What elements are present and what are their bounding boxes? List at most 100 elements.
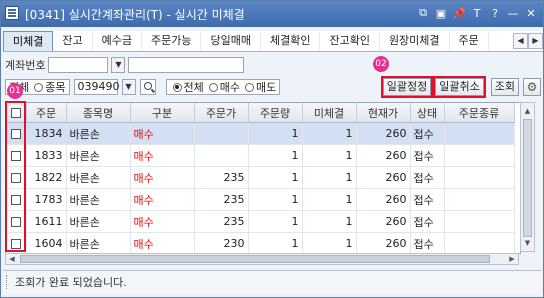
table-row[interactable]: 1834 바른손 매수 1 1 260 접수: [6, 122, 515, 145]
status-cell: 접수: [410, 210, 445, 233]
select-all-header[interactable]: [6, 103, 27, 123]
filter-row: 전체 종목 039490 ▼ 전체 매수 매도 일괄정정 일괄취소 조회 ⚙: [5, 76, 541, 98]
scope-item-radio[interactable]: [34, 82, 44, 92]
status-cell: 접수: [410, 232, 445, 253]
unfilled-cell: 1: [302, 144, 357, 167]
close-icon[interactable]: ✕: [523, 5, 539, 21]
unfilled-cell: 1: [302, 188, 357, 211]
table-row[interactable]: 1611 바른손 매수 235 1 1 260 접수: [6, 210, 515, 233]
tab-prev-icon[interactable]: ◀: [513, 33, 528, 49]
status-bar: 조회가 완료 되었습니다.: [3, 270, 541, 293]
side-buy-radio[interactable]: [208, 82, 218, 92]
tab-next-icon[interactable]: ▶: [528, 33, 543, 49]
vertical-scroll-thumb[interactable]: [523, 119, 532, 237]
order-cell: 1783: [26, 188, 67, 211]
side-sell-label[interactable]: 매도: [256, 79, 276, 95]
row-checkbox[interactable]: [10, 173, 21, 183]
tab-ledger-unfilled[interactable]: 원장미체결: [380, 31, 450, 51]
table-row[interactable]: 1783 바른손 매수 235 1 1 260 접수: [6, 188, 515, 211]
scroll-up-icon[interactable]: ▲: [523, 105, 532, 117]
account-number-input[interactable]: [48, 57, 109, 73]
qty-cell: 1: [248, 232, 303, 253]
row-checkbox[interactable]: [10, 129, 21, 139]
type-cell: [444, 122, 515, 145]
current-cell: 260: [356, 166, 411, 189]
current-cell: 260: [356, 144, 411, 167]
vertical-scrollbar[interactable]: ▲ ▼: [520, 102, 535, 252]
select-all-checkbox[interactable]: [10, 108, 21, 118]
gear-icon[interactable]: ⚙: [523, 78, 541, 96]
col-name[interactable]: 종목명: [66, 103, 131, 123]
row-checkbox[interactable]: [10, 217, 21, 227]
table-row[interactable]: 1822 바른손 매수 235 1 1 260 접수: [6, 166, 515, 189]
tab-balance[interactable]: 잔고: [53, 31, 93, 51]
row-select-cell: [6, 232, 27, 253]
row-checkbox[interactable]: [10, 195, 21, 205]
layout-icon[interactable]: ▣: [433, 5, 449, 21]
table-row[interactable]: 1604 바른손 매수 230 1 1 260 접수: [6, 232, 515, 253]
side-cell: 매수: [130, 166, 195, 189]
scope-item-label[interactable]: 종목: [45, 79, 65, 95]
font-size-icon[interactable]: T: [469, 5, 485, 21]
search-icon[interactable]: [139, 79, 156, 95]
col-current[interactable]: 현재가: [356, 103, 411, 123]
side-all-label[interactable]: 전체: [184, 79, 204, 95]
row-checkbox[interactable]: [10, 239, 21, 249]
col-side[interactable]: 구분: [130, 103, 195, 123]
callout-marker-01: 01: [7, 83, 23, 99]
row-checkbox[interactable]: [10, 151, 21, 161]
tab-unfilled[interactable]: 미체결: [3, 31, 54, 51]
tab-bar: 미체결 잔고 예수금 주문가능 당일매매 체결확인 잔고확인 원장미체결 주문 …: [3, 31, 543, 52]
price-cell: 230: [194, 232, 249, 253]
price-cell: [194, 122, 249, 145]
table-row[interactable]: 1833 바른손 매수 1 1 260 접수: [6, 144, 515, 167]
qty-cell: 1: [248, 188, 303, 211]
bulk-cancel-button[interactable]: 일괄취소: [433, 76, 486, 98]
stock-dropdown-icon[interactable]: ▼: [121, 79, 136, 95]
scroll-down-icon[interactable]: ▼: [523, 237, 532, 249]
side-cell: 매수: [130, 232, 195, 253]
unfilled-cell: 1: [302, 166, 357, 189]
link-window-icon[interactable]: ⧉: [415, 5, 431, 21]
col-unfilled[interactable]: 미체결: [302, 103, 357, 123]
col-qty[interactable]: 주문량: [248, 103, 303, 123]
minimize-icon[interactable]: —: [505, 5, 521, 21]
status-cell: 접수: [410, 144, 445, 167]
horizontal-scroll-thumb[interactable]: [20, 255, 490, 263]
tab-order[interactable]: 주문: [450, 31, 489, 51]
tab-deposit[interactable]: 예수금: [93, 31, 142, 51]
col-status[interactable]: 상태: [410, 103, 445, 123]
order-cell: 1822: [26, 166, 67, 189]
tab-balance-check[interactable]: 잔고확인: [320, 31, 380, 51]
col-order[interactable]: 주문: [26, 103, 67, 123]
bulk-modify-button[interactable]: 일괄정정: [380, 76, 434, 98]
row-select-cell: [6, 210, 27, 233]
pin-icon[interactable]: 📌: [451, 5, 467, 21]
col-price[interactable]: 주문가: [194, 103, 249, 123]
scroll-left-icon[interactable]: ◀: [6, 254, 18, 264]
account-dropdown-icon[interactable]: ▼: [111, 57, 126, 73]
status-grip: [6, 275, 11, 289]
side-cell: 매수: [130, 188, 195, 211]
type-cell: [444, 144, 515, 167]
current-cell: 260: [356, 232, 411, 253]
stock-code-input[interactable]: 039490: [73, 79, 120, 95]
name-cell: 바른손: [66, 232, 131, 253]
col-order-type[interactable]: 주문종류: [444, 103, 515, 123]
account-name-field: [128, 57, 245, 73]
side-buy-label[interactable]: 매수: [220, 79, 240, 95]
side-sell-radio[interactable]: [245, 82, 254, 92]
order-cell: 1834: [26, 122, 67, 145]
side-radio-group: 전체 매수 매도: [165, 79, 281, 95]
order-cell: 1833: [26, 144, 67, 167]
scroll-right-icon[interactable]: ▶: [506, 254, 518, 264]
horizontal-scrollbar[interactable]: ◀ ▶: [5, 253, 519, 265]
help-icon[interactable]: ?: [487, 5, 503, 21]
side-all-radio[interactable]: [172, 82, 182, 92]
tab-orderable[interactable]: 주문가능: [142, 31, 202, 51]
status-cell: 접수: [410, 166, 445, 189]
tab-execution-check[interactable]: 체결확인: [261, 31, 321, 51]
tab-daily-trades[interactable]: 당일매매: [201, 31, 261, 51]
qty-cell: 1: [248, 122, 303, 145]
query-button[interactable]: 조회: [490, 78, 519, 96]
